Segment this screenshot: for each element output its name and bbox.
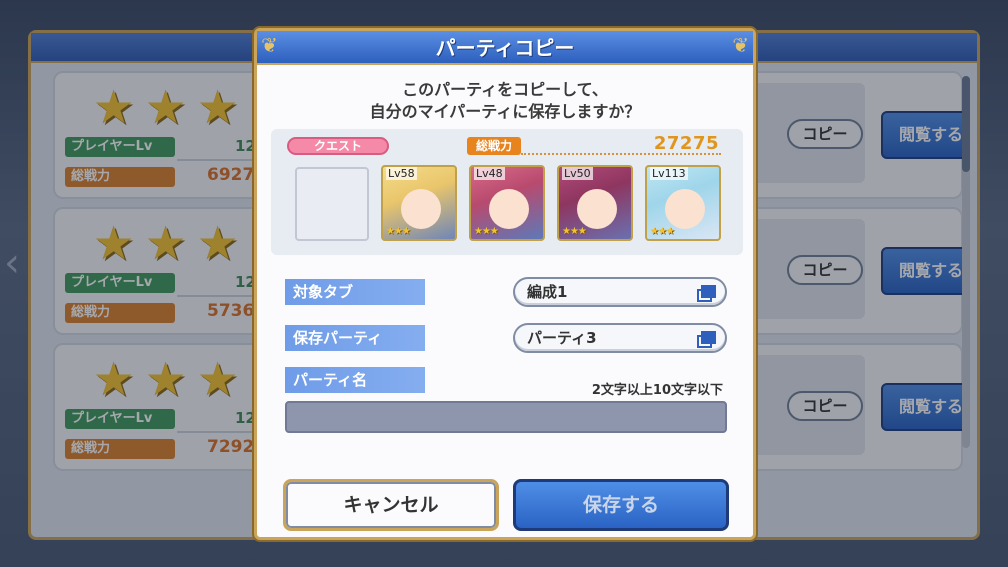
save-party-value: パーティ3 (527, 329, 597, 347)
character-face (665, 189, 705, 229)
confirm-message: このパーティをコピーして、 自分のマイパーティに保存しますか？ (257, 79, 753, 123)
character-portrait: Lv50 ★★★ (557, 165, 633, 241)
message-line: 自分のマイパーティに保存しますか？ (369, 102, 641, 121)
character-face (577, 189, 617, 229)
character-level: Lv50 (562, 167, 593, 180)
character-face (489, 189, 529, 229)
empty-character-slot (295, 167, 369, 241)
rarity-stars-icon: ★★★ (474, 226, 499, 237)
save-party-select[interactable]: パーティ3 (513, 323, 727, 353)
party-copy-dialog: ❦ ❦ パーティコピー このパーティをコピーして、 自分のマイパーティに保存しま… (254, 28, 756, 540)
character-face (401, 189, 441, 229)
party-name-input[interactable] (285, 401, 727, 433)
character-level: Lv58 (386, 167, 417, 180)
party-name-hint: 2文字以上10文字以下 (591, 383, 723, 398)
window-icon (697, 331, 716, 348)
rarity-stars-icon: ★★★ (562, 226, 587, 237)
target-tab-label: 対象タブ (285, 279, 425, 305)
save-button[interactable]: 保存する (513, 479, 729, 531)
quest-tag: クエスト (287, 137, 389, 155)
character-portrait: Lv58 ★★★ (381, 165, 457, 241)
window-icon (697, 285, 716, 302)
party-name-label: パーティ名 (285, 367, 425, 393)
message-line: このパーティをコピーして、 (402, 80, 608, 99)
total-power-label: 総戦力 (467, 137, 521, 155)
character-level: Lv113 (650, 167, 688, 180)
save-party-label: 保存パーティ (285, 325, 425, 351)
character-portrait: Lv113 ★★★ (645, 165, 721, 241)
target-tab-value: 編成1 (527, 283, 568, 301)
target-tab-select[interactable]: 編成1 (513, 277, 727, 307)
rarity-stars-icon: ★★★ (386, 226, 411, 237)
dialog-title: パーティコピー (435, 36, 575, 60)
character-level: Lv48 (474, 167, 505, 180)
character-portrait: Lv48 ★★★ (469, 165, 545, 241)
cancel-button[interactable]: キャンセル (283, 479, 499, 531)
total-power-value: 27275 (653, 133, 719, 154)
rarity-stars-icon: ★★★ (650, 226, 675, 237)
party-preview: クエスト 総戦力 27275 Lv58 ★★★ Lv48 ★★★ Lv50 ★★… (271, 129, 743, 255)
